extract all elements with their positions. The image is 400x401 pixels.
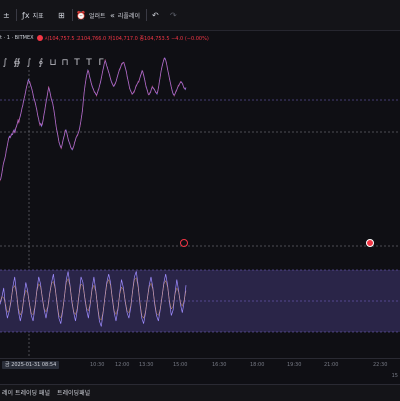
anchor-text-icon[interactable]: T xyxy=(84,58,94,70)
templates-button[interactable]: ⊞ xyxy=(58,0,68,30)
time-tick: 18:00 xyxy=(250,362,265,368)
top-toolbar: ± ƒx 지표 ⊞ ⏰ 얼러트 « 리플레이 ↶ ↷ xyxy=(0,0,400,31)
replay-icon: « xyxy=(110,10,115,20)
rectangle-icon[interactable]: ⊓ xyxy=(60,58,70,70)
price-series-line xyxy=(0,57,187,181)
measure-icon[interactable]: ⊔ xyxy=(48,58,58,70)
indicators-icon: ƒx xyxy=(22,10,30,20)
alarm-icon: ⏰ xyxy=(76,10,86,20)
path-icon[interactable]: ∮ xyxy=(36,58,46,70)
time-tick: 22:30 xyxy=(373,362,388,368)
time-tick: 19:30 xyxy=(287,362,302,368)
indicators-label: 지표 xyxy=(32,12,44,20)
bottom-panel-bar: 레이 트레이딩 패널 트레이딩패널 xyxy=(0,384,400,401)
grid-icon: ⊞ xyxy=(58,10,65,20)
trend-line-icon[interactable]: ∫ xyxy=(0,58,10,70)
time-axis[interactable]: 금 2025-01-31 08:54 10:30 12:00 13:30 15:… xyxy=(0,358,400,373)
replay-button[interactable]: « 리플레이 xyxy=(110,0,140,30)
toolbar-divider xyxy=(16,9,17,21)
brush-icon[interactable]: ∫ xyxy=(24,58,34,70)
undo-icon: ↶ xyxy=(152,10,159,20)
pitchfork-icon[interactable]: ∯ xyxy=(12,58,22,70)
toolbar-divider xyxy=(72,9,73,21)
flag-icon[interactable]: Γ xyxy=(96,58,106,70)
time-tick: 13:30 xyxy=(139,362,154,368)
time-tick: 12:00 xyxy=(115,362,130,368)
redo-icon: ↷ xyxy=(170,10,177,20)
price-series-overlay xyxy=(0,57,187,182)
flag-marker-icon[interactable] xyxy=(366,239,374,247)
undo-button[interactable]: ↶ xyxy=(152,0,162,30)
redo-button[interactable]: ↷ xyxy=(170,0,180,30)
indicators-button[interactable]: ƒx 지표 xyxy=(22,0,44,30)
alert-button[interactable]: ⏰ 얼러트 xyxy=(76,0,106,30)
bottom-tab-replay-trading[interactable]: 레이 트레이딩 패널 xyxy=(2,388,50,397)
cursor-time-label: 금 2025-01-31 08:54 xyxy=(2,361,60,369)
alert-label: 얼러트 xyxy=(88,12,106,20)
chart-canvas[interactable] xyxy=(0,30,400,370)
time-tick: 10:30 xyxy=(90,362,105,368)
time-tick: 15:00 xyxy=(173,362,188,368)
bottom-tab-trading-panel[interactable]: 트레이딩패널 xyxy=(57,388,90,397)
event-marker-icon[interactable] xyxy=(180,239,188,247)
scale-label: 15 xyxy=(391,373,398,379)
time-tick: 16:30 xyxy=(212,362,227,368)
compare-icon[interactable]: ± xyxy=(3,0,13,30)
toolbar-divider xyxy=(146,9,147,21)
time-tick: 21:00 xyxy=(324,362,339,368)
drawing-tools-row: ∫ ∯ ∫ ∮ ⊔ ⊓ T T Γ xyxy=(0,58,106,70)
text-icon[interactable]: T xyxy=(72,58,82,70)
replay-label: 리플레이 xyxy=(117,12,140,20)
